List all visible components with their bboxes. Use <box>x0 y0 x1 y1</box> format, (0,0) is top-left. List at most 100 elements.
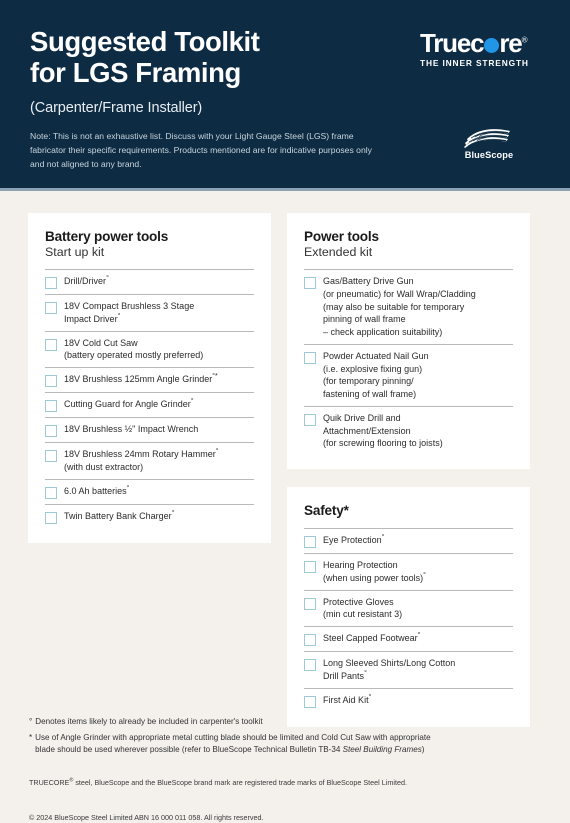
card-safety: Safety* Eye Protection° Hearing Protectio… <box>287 487 530 727</box>
legal-line-1: TRUECORE® steel, BlueScope and the BlueS… <box>29 778 407 787</box>
card-title: Power tools <box>304 229 379 244</box>
checklist-item[interactable]: Eye Protection° <box>304 529 513 555</box>
checklist-item[interactable]: Hearing Protection (when using power too… <box>304 554 513 591</box>
checkbox-icon[interactable] <box>304 634 316 647</box>
checkbox-icon[interactable] <box>45 486 57 499</box>
checklist-item-label: 6.0 Ah batteries° <box>64 484 130 496</box>
checkbox-icon[interactable] <box>304 351 316 364</box>
checklist-item-label: Gas/Battery Drive Gun (or pneumatic) for… <box>323 276 476 338</box>
footnote-marker: ° <box>381 534 385 542</box>
checkbox-icon[interactable] <box>304 277 316 289</box>
checkbox-icon[interactable] <box>45 277 57 289</box>
checkbox-icon[interactable] <box>45 302 57 314</box>
checkbox-icon[interactable] <box>45 338 57 351</box>
checkbox-icon[interactable] <box>304 413 316 426</box>
truecore-logo: Truec re® THE INNER STRENGTH <box>420 30 542 68</box>
footnote-row: * Use of Angle Grinder with appropriate m… <box>29 732 547 756</box>
checklist-item[interactable]: Drill/Driver° <box>45 270 254 295</box>
checklist-item[interactable]: 6.0 Ah batteries° <box>45 480 254 505</box>
checklist-item[interactable]: 18V Compact Brushless 3 Stage Impact Dri… <box>45 295 254 332</box>
footnote-text: Use of Angle Grinder with appropriate me… <box>35 733 431 755</box>
checklist-item-label: 18V Brushless ½" Impact Wrench <box>64 424 199 435</box>
card-battery-power-tools: Battery power tools Start up kit Drill/D… <box>28 213 271 543</box>
checklist-item[interactable]: Long Sleeved Shirts/Long Cotton Drill Pa… <box>304 652 513 689</box>
checklist-battery-power-tools: Drill/Driver° 18V Compact Brushless 3 Sta… <box>45 269 254 529</box>
card-title: Safety* <box>304 503 349 519</box>
checklist-item-label: First Aid Kit° <box>323 693 372 705</box>
footnote-marker: °* <box>212 373 218 381</box>
bluescope-logo: BlueScope <box>450 126 528 160</box>
checklist-item-label: Cutting Guard for Angle Grinder° <box>64 398 194 410</box>
footnotes: ° Denotes items likely to already be incl… <box>29 716 547 760</box>
checklist-item[interactable]: 18V Brushless 125mm Angle Grinder°* <box>45 368 254 394</box>
right-column: Power tools Extended kit Gas/Battery Dri… <box>287 213 530 727</box>
checklist-item[interactable]: Protective Gloves (min cut resistant 3) <box>304 591 513 628</box>
legal-line-2: © 2024 BlueScope Steel Limited ABN 16 00… <box>29 812 264 822</box>
checklist-item[interactable]: 18V Brushless 24mm Rotary Hammer° (with … <box>45 443 254 480</box>
checklist-item-label: 18V Brushless 125mm Angle Grinder°* <box>64 373 218 385</box>
checklist-item-label: 18V Brushless 24mm Rotary Hammer° (with … <box>64 448 219 472</box>
bluescope-mark-icon <box>464 129 510 148</box>
truecore-tagline: THE INNER STRENGTH <box>420 58 529 68</box>
checklist-item-label: 18V Cold Cut Saw (battery operated mostl… <box>64 337 204 361</box>
checklist-item[interactable]: First Aid Kit° <box>304 689 513 713</box>
card-subtitle: Start up kit <box>45 245 105 259</box>
footnote-marker: ° <box>106 275 109 282</box>
footnote-marker: ° <box>215 448 219 456</box>
footnote-marker: ° <box>117 312 121 320</box>
footnote-marker: ° <box>364 670 367 678</box>
checklist-item[interactable]: 18V Brushless ½" Impact Wrench <box>45 418 254 444</box>
footnote-marker: * <box>29 733 33 743</box>
checklist-item[interactable]: Cutting Guard for Angle Grinder° <box>45 393 254 419</box>
checklist-item-label: 18V Compact Brushless 3 Stage Impact Dri… <box>64 301 195 324</box>
truecore-wordmark: Truec re® <box>420 30 542 56</box>
checklist-item-label: Eye Protection° <box>323 534 385 546</box>
checkbox-icon[interactable] <box>45 511 57 524</box>
checklist-item[interactable]: Steel Capped Footwear° <box>304 627 513 653</box>
checklist-item-label: Steel Capped Footwear° <box>323 632 421 644</box>
checklist-item-label: Hearing Protection (when using power too… <box>323 560 426 583</box>
checklist-item[interactable]: Gas/Battery Drive Gun (or pneumatic) for… <box>304 270 513 345</box>
checklist-item-label: Powder Actuated Nail Gun (i.e. explosive… <box>323 350 429 400</box>
checkbox-icon[interactable] <box>45 450 57 463</box>
card-subtitle: Extended kit <box>304 245 373 259</box>
footnote-marker: ° <box>29 717 33 726</box>
left-column: Battery power tools Start up kit Drill/D… <box>28 213 271 543</box>
checkbox-icon[interactable] <box>304 536 316 549</box>
truecore-word-part1: Truec <box>420 28 485 58</box>
card-power-tools: Power tools Extended kit Gas/Battery Dri… <box>287 213 530 470</box>
footnote-marker: ° <box>190 398 194 406</box>
checkbox-icon[interactable] <box>304 597 316 610</box>
page-title: Suggested Toolkit for LGS Framing <box>30 26 260 89</box>
checklist-item[interactable]: 18V Cold Cut Saw (battery operated mostl… <box>45 332 254 369</box>
truecore-word-part2: re <box>499 28 522 58</box>
checklist-item-label: Quik Drive Drill and Attachment/Extensio… <box>323 412 443 449</box>
checklist-item[interactable]: Quik Drive Drill and Attachment/Extensio… <box>304 407 513 455</box>
footnote-row: ° Denotes items likely to already be incl… <box>29 716 547 728</box>
checkbox-icon[interactable] <box>304 561 316 574</box>
content-area: Battery power tools Start up kit Drill/D… <box>0 191 570 727</box>
footnote-marker: ° <box>126 484 130 492</box>
checklist-item-label: Protective Gloves (min cut resistant 3) <box>323 596 403 620</box>
checklist-item-label: Long Sleeved Shirts/Long Cotton Drill Pa… <box>323 658 456 682</box>
footnote-marker: ° <box>171 509 175 517</box>
legal-text: TRUECORE® steel, BlueScope and the BlueS… <box>29 765 547 823</box>
bluescope-wordmark: BlueScope <box>464 150 514 160</box>
checklist-safety: Eye Protection° Hearing Protection (when … <box>304 528 513 713</box>
checklist-power-tools: Gas/Battery Drive Gun (or pneumatic) for… <box>304 269 513 455</box>
page-header: Suggested Toolkit for LGS Framing (Carpe… <box>0 0 570 188</box>
header-note: Note: This is not an exhaustive list. Di… <box>30 130 372 169</box>
checklist-item[interactable]: Powder Actuated Nail Gun (i.e. explosive… <box>304 345 513 407</box>
checkbox-icon[interactable] <box>45 425 57 438</box>
checklist-item-label: Twin Battery Bank Charger° <box>64 509 175 521</box>
truecore-dot-icon <box>483 38 499 53</box>
checkbox-icon[interactable] <box>45 400 57 413</box>
truecore-registered-mark: ® <box>521 35 528 45</box>
checkbox-icon[interactable] <box>45 375 57 388</box>
checkbox-icon[interactable] <box>304 659 316 672</box>
checkbox-icon[interactable] <box>304 695 316 708</box>
footnote-marker: ° <box>417 632 421 640</box>
footnote-marker: ° <box>368 693 372 701</box>
legal-truecore-word: TRUECORE <box>29 777 70 787</box>
checklist-item[interactable]: Twin Battery Bank Charger° <box>45 505 254 529</box>
